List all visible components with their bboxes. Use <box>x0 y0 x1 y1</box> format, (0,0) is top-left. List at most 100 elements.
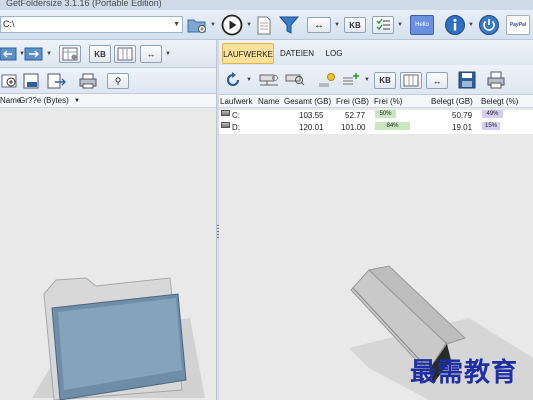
donate-button[interactable]: PayPal <box>506 15 530 35</box>
checklist-icon <box>376 18 390 31</box>
left-toolbar-2: ⚲ <box>0 68 216 94</box>
columns-button[interactable] <box>114 45 136 63</box>
folder-add-icon <box>1 74 17 88</box>
list-view-button[interactable] <box>372 16 394 34</box>
resize-icon: ↔ <box>146 49 156 59</box>
start-scan-button[interactable] <box>221 14 243 36</box>
size-unit-label: KB <box>379 76 391 85</box>
chevron-down-icon[interactable]: ▼ <box>46 51 52 57</box>
paypal-label: PayPal <box>509 22 527 28</box>
chevron-down-icon[interactable]: ▼ <box>468 22 474 28</box>
folder-open-icon <box>187 19 206 33</box>
size-unit-label: KB <box>349 20 361 30</box>
hello-button[interactable]: Hello <box>410 15 434 35</box>
columns-icon <box>117 47 133 61</box>
chevron-down-icon[interactable]: ▼ <box>397 22 403 28</box>
tab-bar: LAUFWERKE DATEIEN LOG <box>219 40 533 65</box>
document-icon <box>257 16 271 34</box>
open-folder-button[interactable] <box>186 15 208 35</box>
info-icon <box>445 15 465 35</box>
resize-icon: ↔ <box>314 19 324 31</box>
search-button[interactable]: ⚲ <box>107 73 129 89</box>
tab-log[interactable]: LOG <box>321 43 347 64</box>
arrow-right-icon <box>24 47 43 61</box>
main-toolbar: C:\ ▼ ▼ ▼ ↔ ▼ KB ▼ Hello ▼ PayPal <box>0 10 533 40</box>
binoculars-icon: ⚲ <box>114 75 122 86</box>
hello-label: Hello <box>415 22 429 28</box>
empty-folder-illustration <box>32 277 205 400</box>
resize-icon: ↔ <box>432 75 442 86</box>
size-unit-button-right[interactable]: KB <box>374 72 396 89</box>
network-drive-icon <box>259 74 278 86</box>
column-header-gesamt[interactable]: Gesamt (GB) <box>284 95 331 108</box>
filter-icon <box>279 16 299 34</box>
chevron-down-icon[interactable]: ▼ <box>364 77 370 83</box>
columns-button-right[interactable] <box>400 72 422 89</box>
info-button[interactable] <box>444 14 466 36</box>
chevron-down-icon[interactable]: ▼ <box>165 51 171 57</box>
filter-button[interactable] <box>278 15 300 35</box>
save-icon <box>23 73 39 89</box>
columns-icon <box>403 74 419 87</box>
left-column-header: Name Gr??e (Bytes) ▼ <box>0 94 216 108</box>
forward-button[interactable] <box>23 44 45 64</box>
save-icon <box>458 71 476 89</box>
table-settings-icon <box>62 47 78 61</box>
column-header-frei[interactable]: Frei (GB) <box>336 95 369 108</box>
tab-dateien[interactable]: DATEIEN <box>277 43 317 64</box>
size-unit-label: KB <box>94 49 106 59</box>
add-drive-button[interactable] <box>340 71 362 89</box>
printer-icon <box>79 73 97 89</box>
size-unit-button-left[interactable]: KB <box>89 45 111 63</box>
lightbulb-icon <box>319 73 335 87</box>
chevron-down-icon[interactable]: ▼ <box>334 22 340 28</box>
add-folder-button[interactable] <box>0 72 20 90</box>
save-button[interactable] <box>22 72 42 90</box>
watermark-text: 最需教育 <box>410 358 519 388</box>
details-view-button[interactable] <box>59 45 81 63</box>
map-drive-button[interactable] <box>257 71 281 89</box>
title-bar: GetFoldersize 3.1.16 (Portable Edition) <box>0 0 533 10</box>
column-width-button[interactable]: ↔ <box>307 17 331 33</box>
save-drives-button[interactable] <box>457 70 477 90</box>
print-drives-button[interactable] <box>485 70 507 90</box>
column-header-laufwerk[interactable]: Laufwerk <box>220 95 252 108</box>
chevron-down-icon[interactable]: ▼ <box>246 77 252 83</box>
refresh-button[interactable] <box>223 70 243 90</box>
export-icon <box>47 73 66 89</box>
column-header-name[interactable]: Name <box>258 95 279 108</box>
window-title: GetFoldersize 3.1.16 (Portable Edition) <box>6 0 162 8</box>
chevron-down-icon[interactable]: ▼ <box>210 22 216 28</box>
column-width-button-left[interactable]: ↔ <box>140 45 162 63</box>
report-button[interactable] <box>254 15 274 35</box>
column-header-belegt[interactable]: Belegt (GB) <box>431 95 473 108</box>
add-item-icon <box>343 73 359 85</box>
column-width-button-right[interactable]: ↔ <box>426 72 448 89</box>
search-drive-button[interactable] <box>283 71 307 89</box>
chevron-down-icon[interactable]: ▼ <box>74 94 80 108</box>
path-input[interactable]: C:\ ▼ <box>0 16 183 33</box>
column-header-size[interactable]: Gr??e (Bytes) <box>19 94 69 108</box>
drives-column-header: Laufwerk Name Gesamt (GB) Frei (GB) Frei… <box>219 95 533 108</box>
highlight-button[interactable] <box>316 71 338 89</box>
arrow-left-icon <box>0 47 17 61</box>
column-header-belegt-pct[interactable]: Belegt (%) <box>481 95 518 108</box>
export-button[interactable] <box>46 72 68 90</box>
play-icon <box>221 14 243 36</box>
drive-search-icon <box>285 74 305 86</box>
drives-toolbar: ▼ ▼ KB ↔ <box>219 65 533 95</box>
exit-button[interactable] <box>478 14 500 36</box>
chevron-down-icon[interactable]: ▼ <box>173 17 180 32</box>
back-button[interactable] <box>0 44 18 64</box>
tab-laufwerke[interactable]: LAUFWERKE <box>222 43 274 64</box>
chevron-down-icon[interactable]: ▼ <box>246 22 252 28</box>
refresh-icon <box>226 72 240 87</box>
print-button[interactable] <box>77 72 99 90</box>
size-unit-button[interactable]: KB <box>344 17 366 33</box>
path-value: C:\ <box>3 19 15 29</box>
power-icon <box>479 15 499 35</box>
column-header-frei-pct[interactable]: Frei (%) <box>374 95 402 108</box>
folder-tree-pane[interactable] <box>0 108 216 400</box>
left-toolbar: ▼ ▼ KB ↔ ▼ <box>0 40 216 68</box>
printer-icon <box>487 71 505 89</box>
